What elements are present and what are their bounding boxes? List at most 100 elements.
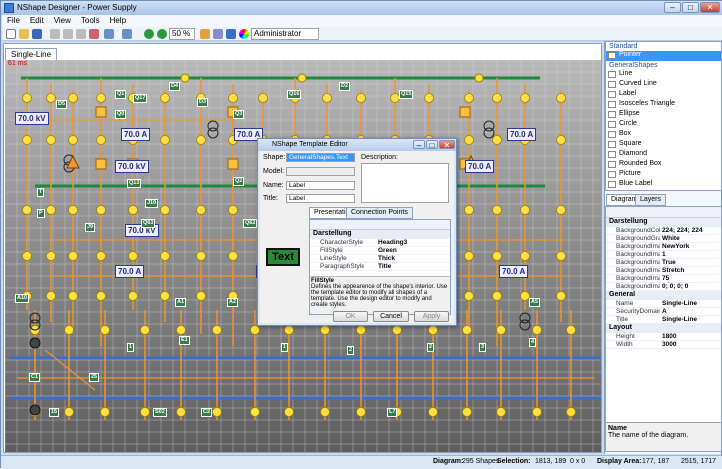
property-row[interactable]: Width 3000 <box>606 341 721 349</box>
redo-icon[interactable] <box>122 29 132 39</box>
style-value[interactable]: Title <box>378 263 391 270</box>
device-tag[interactable]: C2 <box>201 408 213 417</box>
property-row[interactable]: SecurityDomainNameA <box>606 308 721 316</box>
device-tag[interactable]: 2 <box>427 343 435 352</box>
zoom-select[interactable]: 50 % <box>169 28 195 40</box>
device-tag[interactable]: Q13 <box>127 179 142 188</box>
undo-icon[interactable] <box>104 29 114 39</box>
property-grid[interactable]: DarstellungBackgroundColor224; 224; 224B… <box>605 206 722 424</box>
style-value[interactable]: Green <box>378 247 397 254</box>
measurement-label[interactable]: 70.0 kV <box>15 112 49 125</box>
model-select[interactable] <box>286 167 355 176</box>
toolbox-item[interactable]: Diamond <box>606 150 721 160</box>
copy-icon[interactable] <box>63 29 73 39</box>
paste-icon[interactable] <box>76 29 86 39</box>
property-row[interactable]: BackgroundImageNewYork <box>606 243 721 251</box>
back-icon[interactable] <box>144 29 154 39</box>
property-value[interactable]: True <box>662 259 676 266</box>
property-row[interactable]: Title Single-Line <box>606 316 721 324</box>
property-value[interactable]: 75 <box>662 275 669 282</box>
device-tag[interactable]: Q1 <box>115 90 127 99</box>
device-tag[interactable]: D2 <box>339 82 351 91</box>
style-row[interactable]: FillStyle Green <box>310 247 450 255</box>
device-tag[interactable]: C1 <box>29 373 41 382</box>
property-row[interactable]: Name Single-Line <box>606 300 721 308</box>
toolbox-item[interactable]: Blue Label <box>606 180 721 190</box>
device-tag[interactable]: Q2 <box>233 177 245 186</box>
toolbox-item[interactable]: Picture <box>606 170 721 180</box>
property-row[interactable]: Height 1800 <box>606 333 721 341</box>
device-tag[interactable]: 15 <box>49 408 60 417</box>
property-value[interactable]: 224; 224; 224 <box>662 227 702 234</box>
layer-icon[interactable] <box>226 29 236 39</box>
toolbox-item[interactable]: Label <box>606 90 721 100</box>
property-row[interactable]: BackgroundImageGrayscaleTrue <box>606 259 721 267</box>
style-row[interactable]: CharacterStyle Heading3 <box>310 239 450 247</box>
ok-button[interactable]: OK <box>333 311 368 322</box>
device-tag[interactable]: A2 <box>227 298 239 307</box>
color-icon[interactable] <box>239 29 249 39</box>
device-tag[interactable]: D3 <box>197 98 209 107</box>
style-row[interactable]: ParagraphStyle Title <box>310 263 450 271</box>
style-value[interactable]: Heading3 <box>378 239 407 246</box>
property-row[interactable]: BackgroundImageGamma1 <box>606 251 721 259</box>
menu-help[interactable]: Help <box>105 15 131 26</box>
property-value[interactable]: 0; 0; 0; 0 <box>662 283 688 290</box>
property-category[interactable]: Darstellung <box>606 218 721 227</box>
device-tag[interactable]: 1 <box>281 343 289 352</box>
property-value[interactable]: Single-Line <box>662 300 697 307</box>
description-field[interactable] <box>361 163 449 203</box>
property-row[interactable]: BackgroundImageLayoutStretch <box>606 267 721 275</box>
device-tag[interactable]: T <box>37 188 45 197</box>
device-tag[interactable]: 1 <box>127 343 135 352</box>
toolbox-group-header[interactable]: Standard <box>606 42 721 51</box>
toolbox-item[interactable]: Line <box>606 70 721 80</box>
device-tag[interactable]: P <box>37 209 45 218</box>
apply-button[interactable]: Apply <box>414 311 449 322</box>
device-tag[interactable]: A10 <box>15 294 30 303</box>
property-value[interactable]: White <box>662 235 680 242</box>
measurement-label[interactable]: 70.0 A <box>121 128 151 141</box>
tab-single-line[interactable]: Single-Line <box>5 48 58 60</box>
minimize-button[interactable]: – <box>664 2 681 13</box>
dialog-maximize-button[interactable]: □ <box>426 140 438 150</box>
menu-edit[interactable]: Edit <box>25 15 49 26</box>
menu-view[interactable]: View <box>49 15 76 26</box>
device-tag[interactable]: J9 <box>85 223 96 232</box>
toolbox-item[interactable]: Label <box>606 190 721 191</box>
device-tag[interactable]: Q16 <box>287 90 302 99</box>
property-category[interactable]: Layout <box>606 324 721 333</box>
device-tag[interactable]: 25 <box>89 373 100 382</box>
tab-layers[interactable]: Layers <box>635 194 667 206</box>
device-tag[interactable]: A1 <box>175 298 187 307</box>
measurement-label[interactable]: 70.0 A <box>115 265 145 278</box>
measurement-label[interactable]: 70.0 A <box>465 160 495 173</box>
toolbox-item[interactable]: Circle <box>606 120 721 130</box>
property-value[interactable]: Stretch <box>662 267 684 274</box>
close-button[interactable]: ✕ <box>700 2 720 13</box>
cancel-button[interactable]: Cancel <box>373 311 409 322</box>
delete-icon[interactable] <box>89 29 99 39</box>
toolbox-item[interactable]: Rounded Box <box>606 160 721 170</box>
toolbox-item[interactable]: Ellipse <box>606 110 721 120</box>
device-tag[interactable]: L7 <box>387 408 398 417</box>
property-row[interactable]: BackgroundColor224; 224; 224 <box>606 227 721 235</box>
device-tag[interactable]: 4 <box>529 338 537 347</box>
design-icon[interactable] <box>200 29 210 39</box>
toolbox-item[interactable]: Box <box>606 130 721 140</box>
shape-select[interactable]: GeneralShapes.Text <box>286 153 355 162</box>
name-field[interactable]: Label <box>286 181 355 190</box>
device-tag[interactable]: Q15 <box>399 90 414 99</box>
toolbox-item[interactable]: Curved Line <box>606 80 721 90</box>
property-value[interactable]: 1800 <box>662 333 676 340</box>
measurement-label[interactable]: 70.0 A <box>507 128 537 141</box>
open-icon[interactable] <box>19 29 29 39</box>
device-tag[interactable]: 3 <box>479 343 487 352</box>
property-category[interactable]: General <box>606 291 721 300</box>
property-row[interactable]: BackgroundImageTransparency75 <box>606 275 721 283</box>
device-tag[interactable]: Q0 <box>115 110 127 119</box>
dialog-close-button[interactable]: ✕ <box>439 140 455 150</box>
device-tag[interactable]: A5 <box>529 298 541 307</box>
device-tag[interactable]: Q3 <box>233 110 245 119</box>
property-row[interactable]: BackgroundGradientWhite <box>606 235 721 243</box>
